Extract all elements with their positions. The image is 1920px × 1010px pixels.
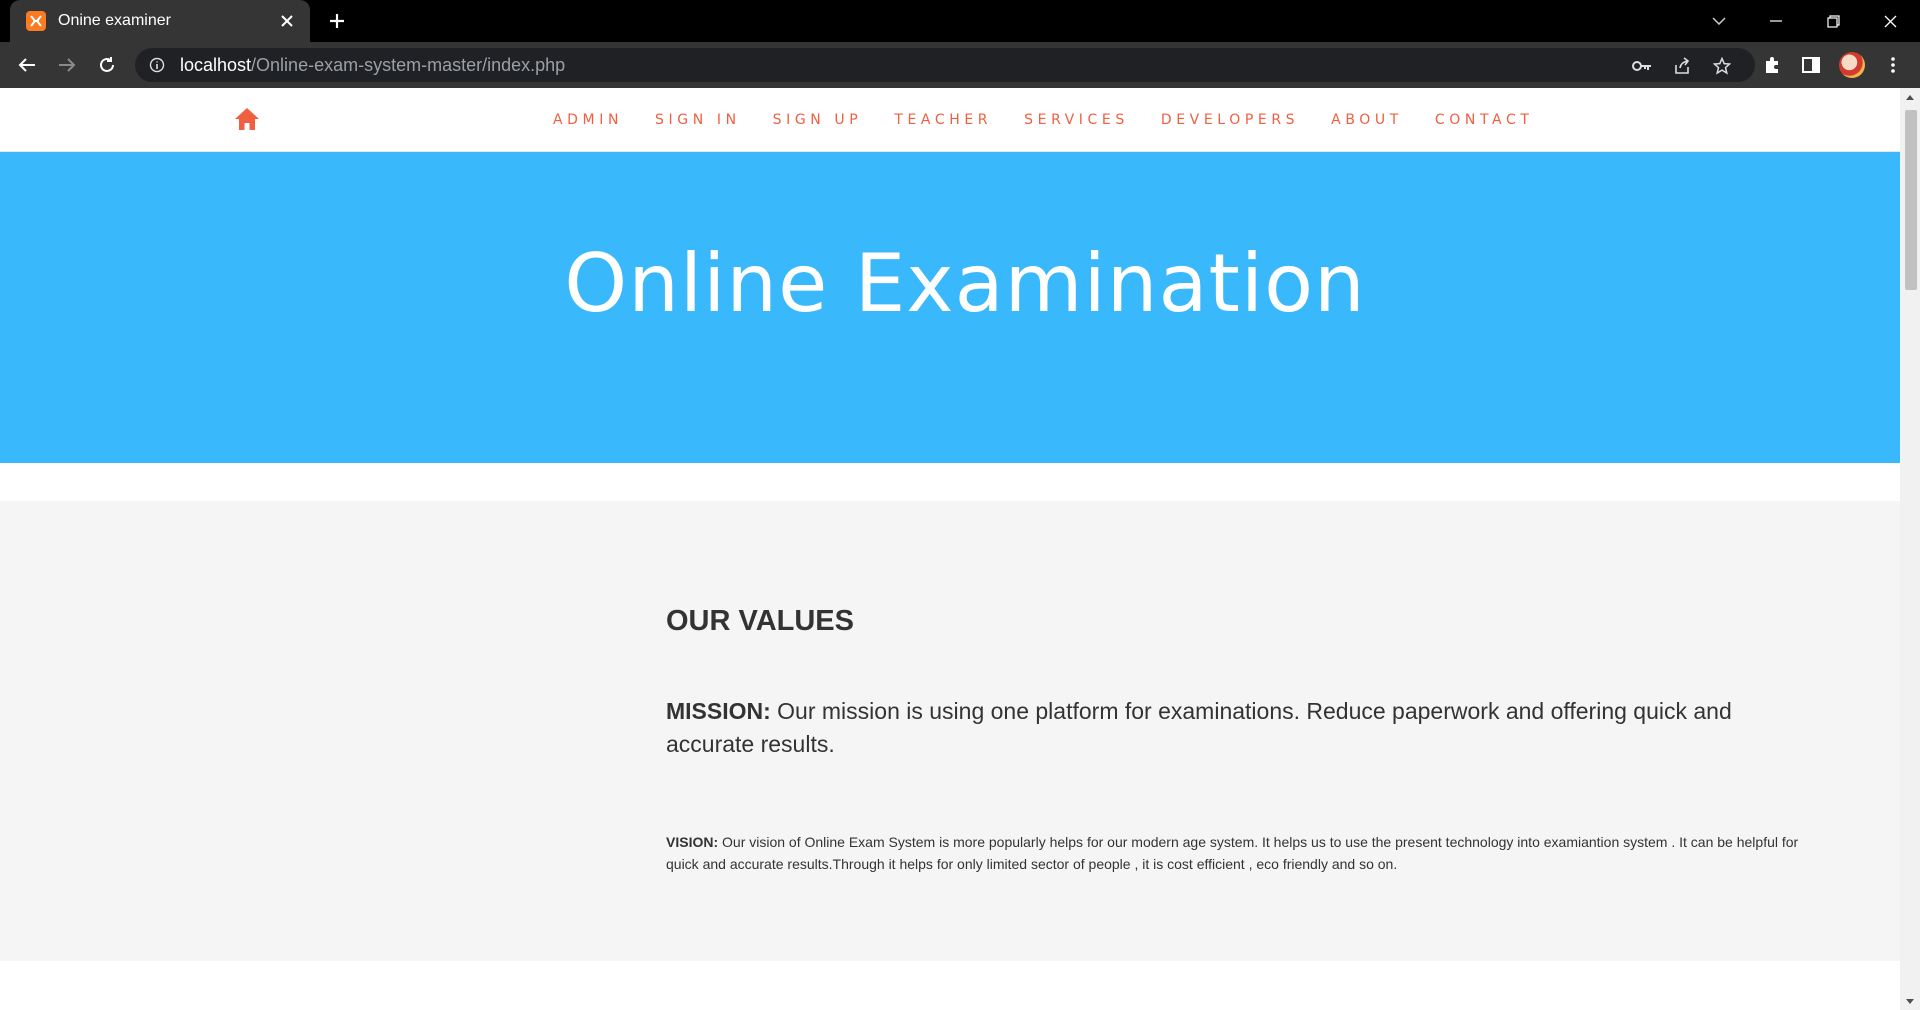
values-heading: OUR VALUES bbox=[666, 605, 854, 637]
nav-teacher[interactable]: TEACHER bbox=[894, 112, 992, 128]
mission-label: MISSION: bbox=[666, 698, 771, 724]
home-icon bbox=[235, 108, 259, 130]
values-section: OUR VALUES MISSION: Our mission is using… bbox=[0, 501, 1900, 961]
mission-statement: MISSION: Our mission is using one platfo… bbox=[666, 695, 1826, 761]
browser-tab[interactable]: Onine examiner bbox=[10, 0, 310, 42]
extensions-puzzle-icon[interactable] bbox=[1758, 51, 1786, 79]
mission-text: Our mission is using one platform for ex… bbox=[666, 698, 1732, 757]
browser-toolbar: localhost/Online-exam-system-master/inde… bbox=[0, 42, 1920, 88]
nav-sign-in[interactable]: SIGN IN bbox=[655, 112, 741, 128]
bookmark-star-icon[interactable] bbox=[1711, 55, 1733, 77]
nav-contact[interactable]: CONTACT bbox=[1435, 112, 1534, 128]
side-panel-icon[interactable] bbox=[1797, 51, 1825, 79]
new-tab-icon[interactable] bbox=[324, 10, 350, 32]
forward-arrow-icon[interactable] bbox=[53, 51, 81, 79]
browser-tab-bar: Onine examiner bbox=[0, 0, 1920, 42]
browser-menu-icon[interactable] bbox=[1879, 51, 1907, 79]
password-key-icon[interactable] bbox=[1631, 55, 1653, 77]
address-bar[interactable]: localhost/Online-exam-system-master/inde… bbox=[135, 48, 1755, 82]
xampp-favicon-icon bbox=[26, 11, 46, 31]
reload-icon[interactable] bbox=[93, 51, 121, 79]
url-text: localhost/Online-exam-system-master/inde… bbox=[180, 55, 565, 76]
url-host: localhost bbox=[180, 54, 252, 75]
tab-title: Onine examiner bbox=[58, 12, 171, 29]
hero-banner: Online Examination bbox=[0, 152, 1900, 463]
minimize-icon[interactable] bbox=[1762, 8, 1790, 34]
nav-admin[interactable]: ADMIN bbox=[553, 112, 623, 128]
nav-about[interactable]: ABOUT bbox=[1331, 112, 1403, 128]
share-icon[interactable] bbox=[1671, 55, 1693, 77]
tab-search-chevron-icon[interactable] bbox=[1705, 8, 1733, 34]
back-arrow-icon[interactable] bbox=[13, 51, 41, 79]
avatar bbox=[1839, 52, 1865, 78]
site-info-icon[interactable] bbox=[148, 56, 166, 74]
nav-developers[interactable]: DEVELOPERS bbox=[1161, 112, 1299, 128]
hero-title: Online Examination bbox=[564, 237, 1366, 330]
vision-label: VISION: bbox=[666, 834, 719, 850]
nav-services[interactable]: SERVICES bbox=[1024, 112, 1129, 128]
url-path: /Online-exam-system-master/index.php bbox=[251, 54, 566, 75]
home-link[interactable] bbox=[233, 105, 261, 133]
vision-text: Our vision of Online Exam System is more… bbox=[666, 834, 1799, 872]
main-menu: ADMIN SIGN IN SIGN UP TEACHER SERVICES D… bbox=[553, 88, 1566, 152]
close-window-icon[interactable] bbox=[1876, 8, 1904, 34]
restore-icon[interactable] bbox=[1819, 8, 1847, 34]
page-viewport: ADMIN SIGN IN SIGN UP TEACHER SERVICES D… bbox=[0, 88, 1900, 1010]
site-navbar: ADMIN SIGN IN SIGN UP TEACHER SERVICES D… bbox=[0, 88, 1900, 152]
scroll-down-arrow-icon[interactable] bbox=[1900, 994, 1920, 1008]
profile-avatar[interactable] bbox=[1838, 51, 1866, 79]
scrollbar-thumb[interactable] bbox=[1905, 110, 1917, 290]
scroll-up-arrow-icon[interactable] bbox=[1900, 90, 1920, 104]
close-tab-icon[interactable] bbox=[276, 10, 298, 32]
vision-statement: VISION: Our vision of Online Exam System… bbox=[666, 831, 1826, 875]
vertical-scrollbar[interactable] bbox=[1900, 88, 1920, 1010]
nav-sign-up[interactable]: SIGN UP bbox=[773, 112, 863, 128]
